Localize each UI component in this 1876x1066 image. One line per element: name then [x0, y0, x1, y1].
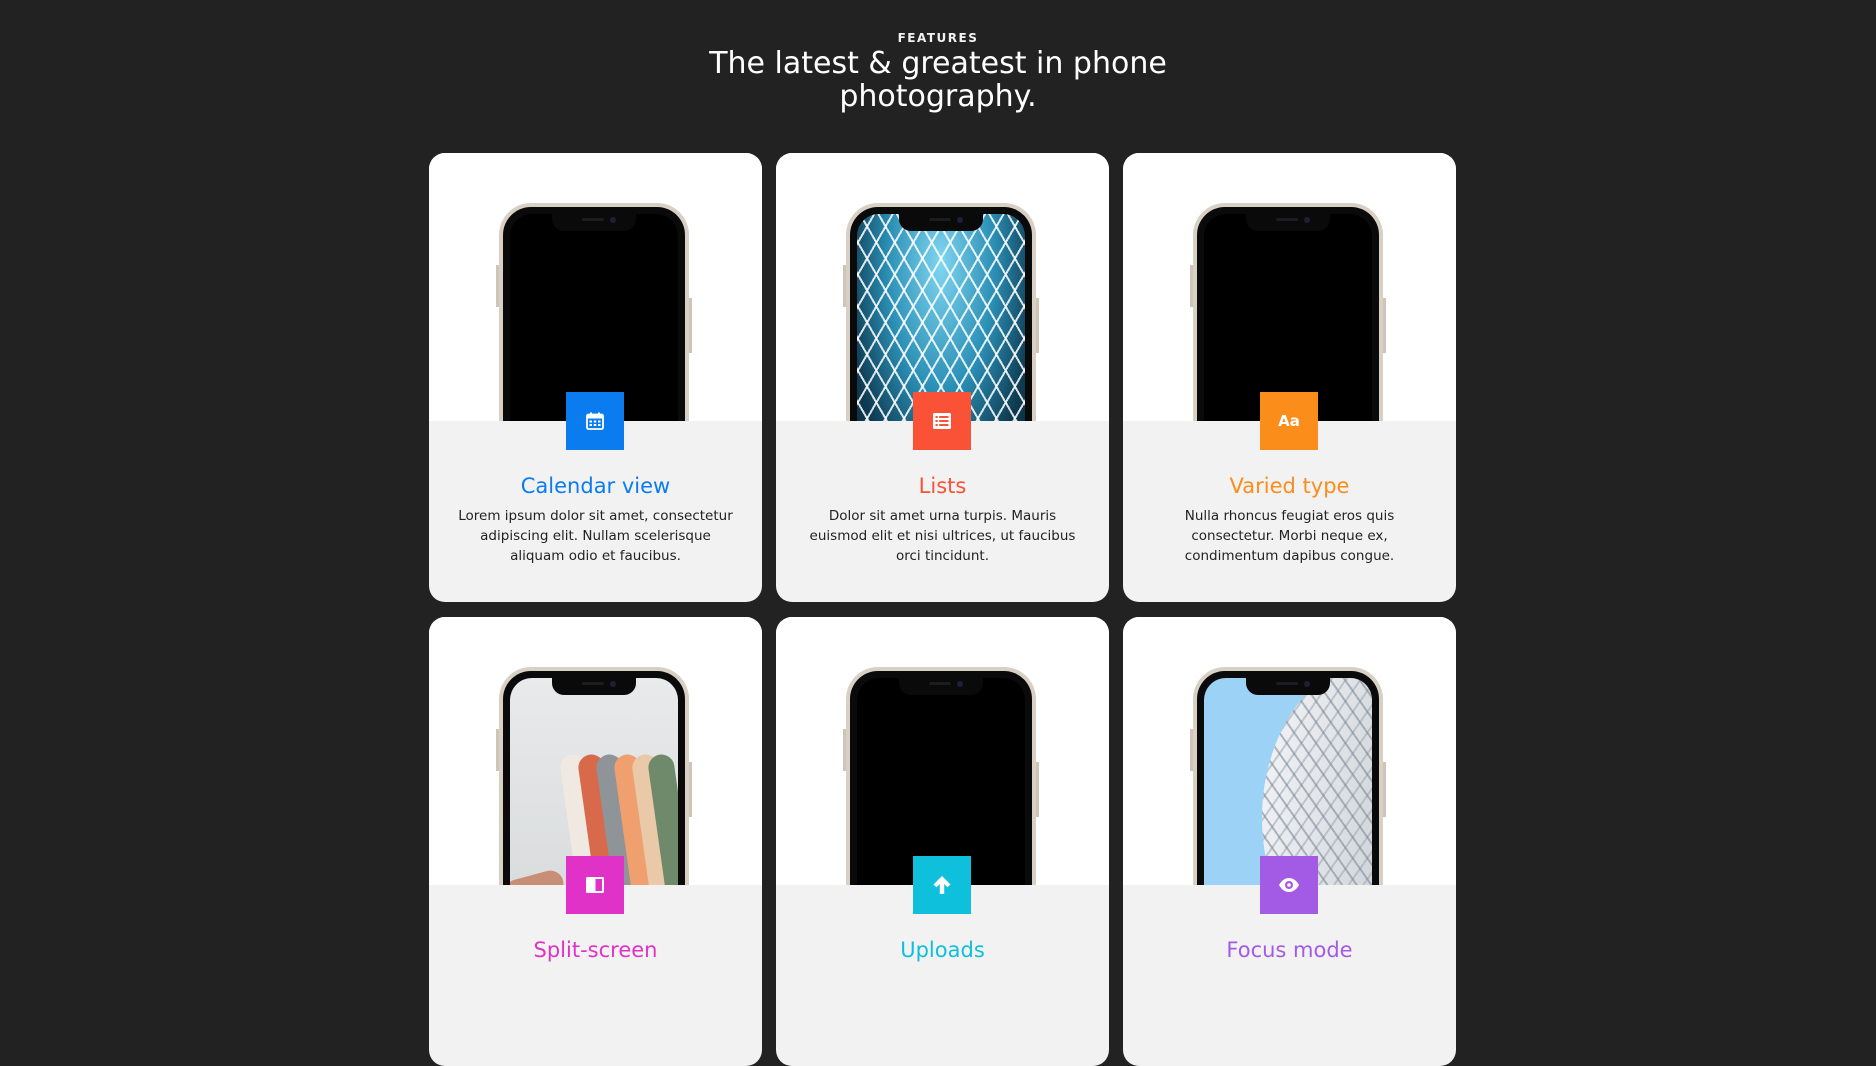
section-eyebrow: FEATURES — [897, 31, 979, 45]
card-title: Focus mode — [1226, 938, 1353, 962]
feature-card-varied-type: Aa Varied type Nulla rhoncus feugiat ero… — [1123, 153, 1456, 602]
list-icon — [913, 392, 971, 450]
eye-icon — [1260, 856, 1318, 914]
card-description: Nulla rhoncus feugiat eros quis consecte… — [1184, 508, 1395, 564]
card-description: Dolor sit amet urna turpis. Mauris euism… — [809, 508, 1076, 564]
feature-card-calendar-view: Calendar view Lorem ipsum dolor sit amet… — [429, 153, 762, 602]
calendar-icon — [566, 392, 624, 450]
feature-grid: Calendar view Lorem ipsum dolor sit amet… — [429, 153, 1456, 1066]
feature-card-lists: Lists Dolor sit amet urna turpis. Mauris… — [776, 153, 1109, 602]
card-image-area — [1123, 153, 1456, 421]
phone-mockup — [1190, 203, 1386, 421]
features-header: FEATURES The latest & greatest in phone … — [0, 0, 1876, 113]
phone-screen-sphere-photo — [1204, 678, 1372, 885]
phone-screen — [1204, 214, 1372, 421]
text-type-icon: Aa — [1260, 392, 1318, 450]
card-image-area — [776, 617, 1109, 885]
card-title: Varied type — [1229, 474, 1350, 498]
card-image-area — [776, 153, 1109, 421]
phone-screen-skateboards-photo — [510, 678, 678, 885]
feature-card-uploads: Uploads — [776, 617, 1109, 1066]
phone-screen — [510, 214, 678, 421]
upload-arrow-icon — [913, 856, 971, 914]
card-image-area — [429, 617, 762, 885]
card-title: Uploads — [900, 938, 985, 962]
text-type-icon-label: Aa — [1278, 412, 1300, 430]
split-screen-icon — [566, 856, 624, 914]
phone-mockup — [843, 203, 1039, 421]
section-title: The latest & greatest in phone photograp… — [709, 46, 1167, 114]
phone-screen-dome-photo — [857, 214, 1025, 421]
card-image-area — [429, 153, 762, 421]
phone-mockup — [496, 203, 692, 421]
phone-mockup — [496, 667, 692, 885]
phone-mockup — [1190, 667, 1386, 885]
card-title: Split-screen — [533, 938, 658, 962]
phone-mockup — [843, 667, 1039, 885]
feature-card-focus-mode: Focus mode — [1123, 617, 1456, 1066]
card-title: Calendar view — [520, 474, 671, 498]
feature-card-split-screen: Split-screen — [429, 617, 762, 1066]
card-image-area — [1123, 617, 1456, 885]
phone-screen — [857, 678, 1025, 885]
card-title: Lists — [918, 474, 967, 498]
card-description: Lorem ipsum dolor sit amet, consectetur … — [458, 508, 733, 564]
